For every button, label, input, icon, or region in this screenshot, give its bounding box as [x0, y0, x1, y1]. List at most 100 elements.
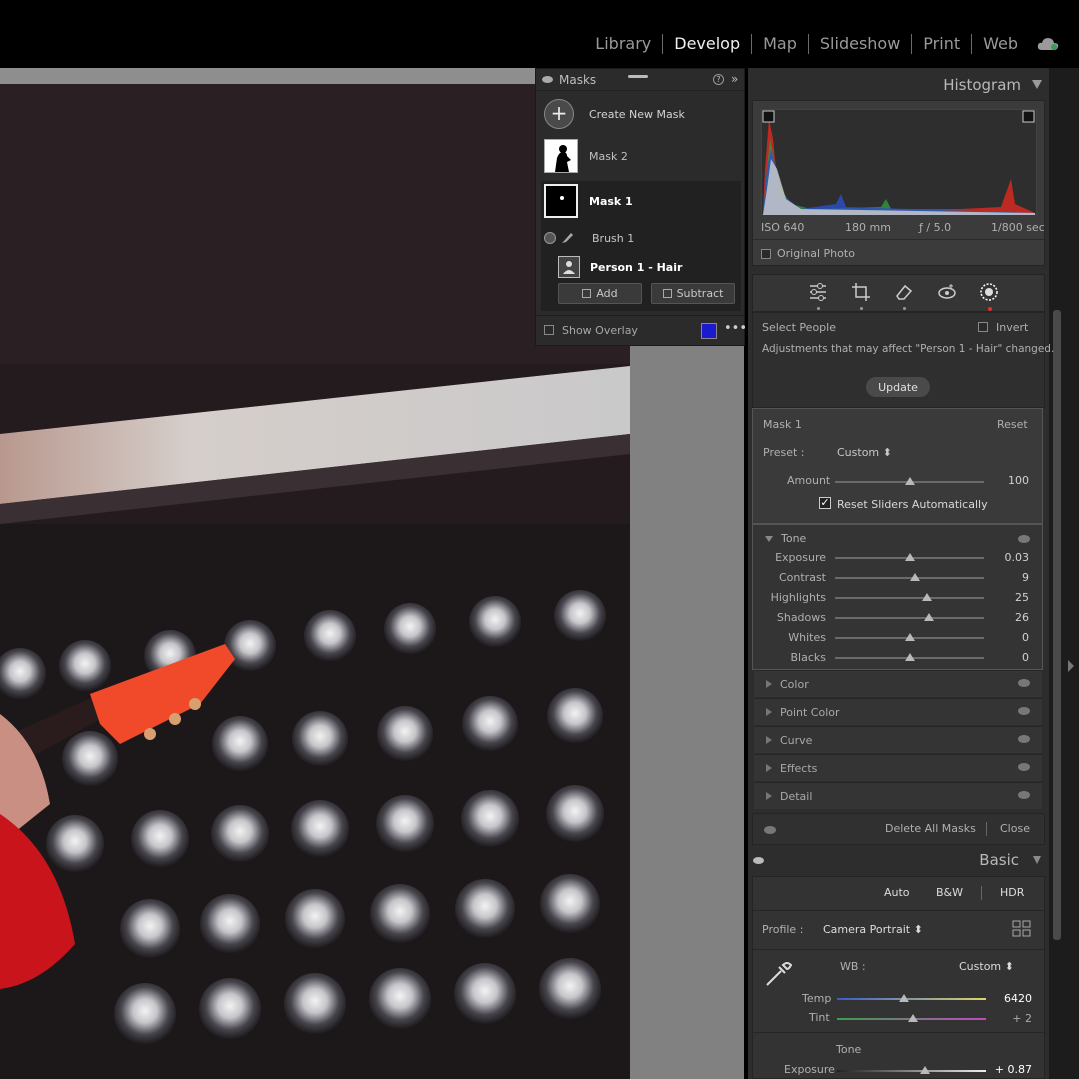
drag-handle[interactable] [628, 75, 648, 78]
mask-1-row[interactable]: Mask 1 [544, 184, 633, 218]
original-photo-checkbox[interactable] [761, 249, 771, 259]
aperture-value: ƒ / 5.0 [919, 221, 952, 234]
tone-slider-track[interactable] [835, 617, 984, 619]
auto-button[interactable]: Auto [884, 886, 910, 899]
wb-label: WB : [840, 960, 866, 973]
tone-slider-knob[interactable] [904, 553, 915, 561]
tone-slider-value[interactable]: 0 [989, 651, 1029, 664]
bw-button[interactable]: B&W [936, 886, 963, 899]
profile-value: Camera Portrait [823, 923, 911, 936]
basic-visibility-eye-icon[interactable] [753, 857, 764, 864]
section-point-color[interactable]: Point Color [754, 698, 1042, 725]
tone-visibility-eye-icon[interactable] [1018, 535, 1030, 543]
tone-slider-value[interactable]: 9 [989, 571, 1029, 584]
section-color[interactable]: Color [754, 670, 1042, 697]
section-detail[interactable]: Detail [754, 782, 1042, 809]
section-visibility-eye-icon[interactable] [1018, 735, 1030, 743]
tone-slider-label: Blacks [790, 651, 827, 664]
wb-dropdown[interactable]: Custom ⬍ [959, 960, 1014, 973]
reset-button[interactable]: Reset [997, 418, 1028, 431]
section-label: Detail [780, 789, 813, 803]
module-map[interactable]: Map [752, 34, 809, 54]
tone-slider-value[interactable]: 26 [989, 611, 1029, 624]
basic-exposure-slider[interactable] [837, 1070, 986, 1072]
expand-right-icon[interactable] [1068, 660, 1074, 672]
section-label: Color [780, 677, 809, 691]
tone-slider-value[interactable]: 0.03 [989, 551, 1030, 564]
tint-slider-knob[interactable] [907, 1014, 918, 1022]
tone-slider-value[interactable]: 0 [989, 631, 1029, 644]
divider [986, 822, 987, 836]
expand-triangle-icon [766, 764, 772, 772]
brush-icon [560, 231, 574, 245]
histogram-collapse-icon[interactable] [1032, 80, 1042, 89]
section-visibility-eye-icon[interactable] [1018, 763, 1030, 771]
white-balance-picker-icon[interactable] [763, 957, 795, 989]
tone-slider-knob[interactable] [923, 613, 934, 621]
subtract-button[interactable]: Subtract [651, 283, 735, 304]
temp-slider[interactable] [837, 998, 986, 1000]
cloud-sync-icon[interactable] [1037, 37, 1059, 51]
brush-1-row[interactable]: Brush 1 [544, 231, 634, 245]
divider [753, 910, 1044, 911]
basic-exposure-slider-knob[interactable] [919, 1066, 930, 1074]
add-button[interactable]: Add [558, 283, 642, 304]
top-bar: Library Develop Map Slideshow Print Web [0, 0, 1079, 68]
crop-icon[interactable] [851, 282, 871, 302]
tint-value[interactable]: + 2 [992, 1012, 1032, 1025]
mask-1-label: Mask 1 [589, 194, 633, 208]
eye-icon[interactable] [542, 76, 553, 83]
tone-slider-knob[interactable] [910, 573, 921, 581]
show-overlay-label: Show Overlay [562, 324, 638, 337]
module-slideshow[interactable]: Slideshow [809, 34, 913, 54]
create-new-mask-button[interactable]: + Create New Mask [544, 99, 685, 129]
preset-dropdown[interactable]: Custom ⬍ [837, 446, 892, 459]
histogram-title[interactable]: Histogram [943, 76, 1021, 94]
section-curve[interactable]: Curve [754, 726, 1042, 753]
edit-sliders-icon[interactable] [808, 282, 828, 302]
basic-exposure-value[interactable]: + 0.87 [992, 1063, 1032, 1076]
module-develop[interactable]: Develop [663, 34, 753, 54]
tone-header[interactable]: Tone [765, 532, 806, 545]
tone-slider-knob[interactable] [904, 633, 915, 641]
update-button[interactable]: Update [866, 377, 930, 397]
hdr-button[interactable]: HDR [1000, 886, 1024, 899]
tone-slider-track[interactable] [835, 597, 984, 599]
show-overlay-checkbox[interactable] [544, 325, 554, 335]
panel-scrollbar[interactable] [1053, 310, 1061, 940]
temp-slider-knob[interactable] [899, 994, 910, 1002]
help-icon[interactable]: ? [713, 74, 724, 85]
visibility-eye-icon[interactable] [764, 826, 776, 834]
section-visibility-eye-icon[interactable] [1018, 791, 1030, 799]
reset-sliders-checkbox[interactable]: ✓ [819, 497, 831, 509]
red-eye-icon[interactable] [937, 282, 957, 302]
masking-icon[interactable] [978, 281, 1000, 303]
healing-eraser-icon[interactable] [894, 282, 914, 302]
overlay-color-swatch[interactable] [701, 323, 717, 339]
tone-slider-knob[interactable] [922, 593, 933, 601]
profile-browser-icon[interactable] [1012, 920, 1032, 938]
tone-slider-value[interactable]: 25 [989, 591, 1029, 604]
basic-title[interactable]: Basic [979, 851, 1019, 869]
section-visibility-eye-icon[interactable] [1018, 707, 1030, 715]
more-options-icon[interactable]: ••• [724, 321, 747, 336]
basic-collapse-icon[interactable] [1033, 856, 1041, 864]
tone-slider-knob[interactable] [904, 653, 915, 661]
delete-all-masks-button[interactable]: Delete All Masks [885, 822, 976, 835]
original-photo-label: Original Photo [777, 247, 855, 260]
module-web[interactable]: Web [972, 34, 1029, 54]
temp-value[interactable]: 6420 [992, 992, 1032, 1005]
collapse-icon[interactable]: » [731, 72, 738, 86]
module-library[interactable]: Library [584, 34, 664, 54]
amount-slider-knob[interactable] [904, 477, 915, 485]
section-visibility-eye-icon[interactable] [1018, 679, 1030, 687]
close-button[interactable]: Close [1000, 822, 1030, 835]
mask-2-row[interactable]: Mask 2 [544, 139, 628, 173]
invert-checkbox[interactable] [978, 322, 988, 332]
profile-dropdown[interactable]: Camera Portrait ⬍ [823, 923, 923, 936]
section-effects[interactable]: Effects [754, 754, 1042, 781]
module-print[interactable]: Print [912, 34, 973, 54]
histogram-chart [761, 109, 1037, 215]
expand-triangle-icon [766, 708, 772, 716]
person-hair-row[interactable]: Person 1 - Hair [558, 256, 682, 278]
